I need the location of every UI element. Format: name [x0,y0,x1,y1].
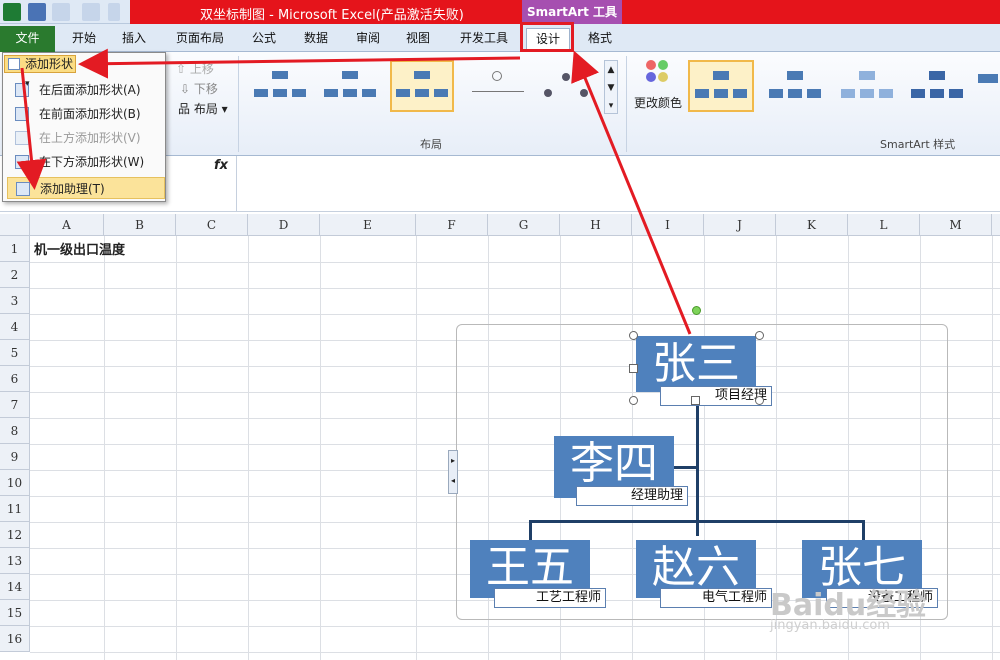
arrow-to-design-tab [571,50,692,335]
watermark-url: jingyan.baidu.com [770,618,890,633]
arrow-to-add-shape [78,48,521,79]
annotation-arrows [16,48,692,335]
arrow-to-add-assistant [16,67,47,190]
